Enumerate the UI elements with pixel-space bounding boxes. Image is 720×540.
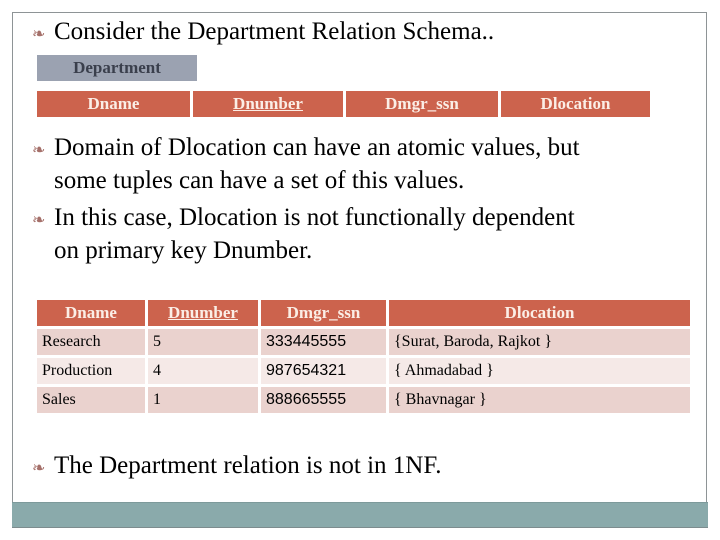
bullet-text-line1: Domain of Dlocation can have an atomic v…	[54, 134, 580, 161]
schema-attr-dnumber: Dnumber	[193, 91, 343, 117]
schema-attr-dlocation: Dlocation	[501, 91, 650, 117]
table-row: Sales 1 888665555 { Bhavnagar }	[37, 387, 690, 413]
cell-dlocation: { Bhavnagar }	[389, 387, 690, 413]
bullet-conclusion: ❧ The Department relation is not in 1NF.	[32, 452, 442, 480]
cell-dlocation: {Surat, Baroda, Rajkot }	[389, 329, 690, 355]
bullet-text-line1: In this case, Dlocation is not functiona…	[54, 204, 575, 231]
cell-dnumber: 5	[148, 329, 258, 355]
scroll-bullet-icon: ❧	[32, 140, 46, 159]
scroll-bullet-icon: ❧	[32, 24, 46, 43]
cell-dmgr-ssn: 987654321	[261, 358, 386, 384]
bullet-text: The Department relation is not in 1NF.	[54, 452, 442, 479]
relation-schema: Dname Dnumber Dmgr_ssn Dlocation	[37, 91, 653, 117]
scroll-bullet-icon: ❧	[32, 210, 46, 229]
cell-dnumber: 4	[148, 358, 258, 384]
bullet-text: Consider the Department Relation Schema.…	[54, 18, 495, 45]
bullet-intro: ❧ Consider the Department Relation Schem…	[32, 18, 494, 46]
bullet-domain: ❧ Domain of Dlocation can have an atomic …	[32, 132, 702, 196]
table-row: Research 5 333445555 {Surat, Baroda, Raj…	[37, 329, 690, 355]
table-header-row: Dname Dnumber Dmgr_ssn Dlocation	[37, 300, 690, 326]
footer-bar	[12, 502, 708, 528]
relation-name-label: Department	[37, 55, 197, 81]
cell-dmgr-ssn: 888665555	[261, 387, 386, 413]
cell-dname: Research	[37, 329, 145, 355]
cell-dmgr-ssn: 333445555	[261, 329, 386, 355]
bullet-text-line2: some tuples can have a set of this value…	[54, 167, 465, 194]
bullet-dependency: ❧ In this case, Dlocation is not function…	[32, 202, 702, 266]
bullet-text-line2: on primary key Dnumber.	[54, 237, 313, 264]
cell-dname: Production	[37, 358, 145, 384]
schema-attr-dname: Dname	[37, 91, 190, 117]
column-header-dlocation: Dlocation	[389, 300, 690, 326]
slide-frame	[12, 12, 707, 528]
schema-attr-dmgr-ssn: Dmgr_ssn	[346, 91, 498, 117]
column-header-dnumber: Dnumber	[148, 300, 258, 326]
cell-dname: Sales	[37, 387, 145, 413]
cell-dnumber: 1	[148, 387, 258, 413]
column-header-dmgr-ssn: Dmgr_ssn	[261, 300, 386, 326]
department-table: Dname Dnumber Dmgr_ssn Dlocation Researc…	[34, 297, 693, 416]
cell-dlocation: { Ahmadabad }	[389, 358, 690, 384]
table-row: Production 4 987654321 { Ahmadabad }	[37, 358, 690, 384]
column-header-dname: Dname	[37, 300, 145, 326]
scroll-bullet-icon: ❧	[32, 458, 46, 477]
